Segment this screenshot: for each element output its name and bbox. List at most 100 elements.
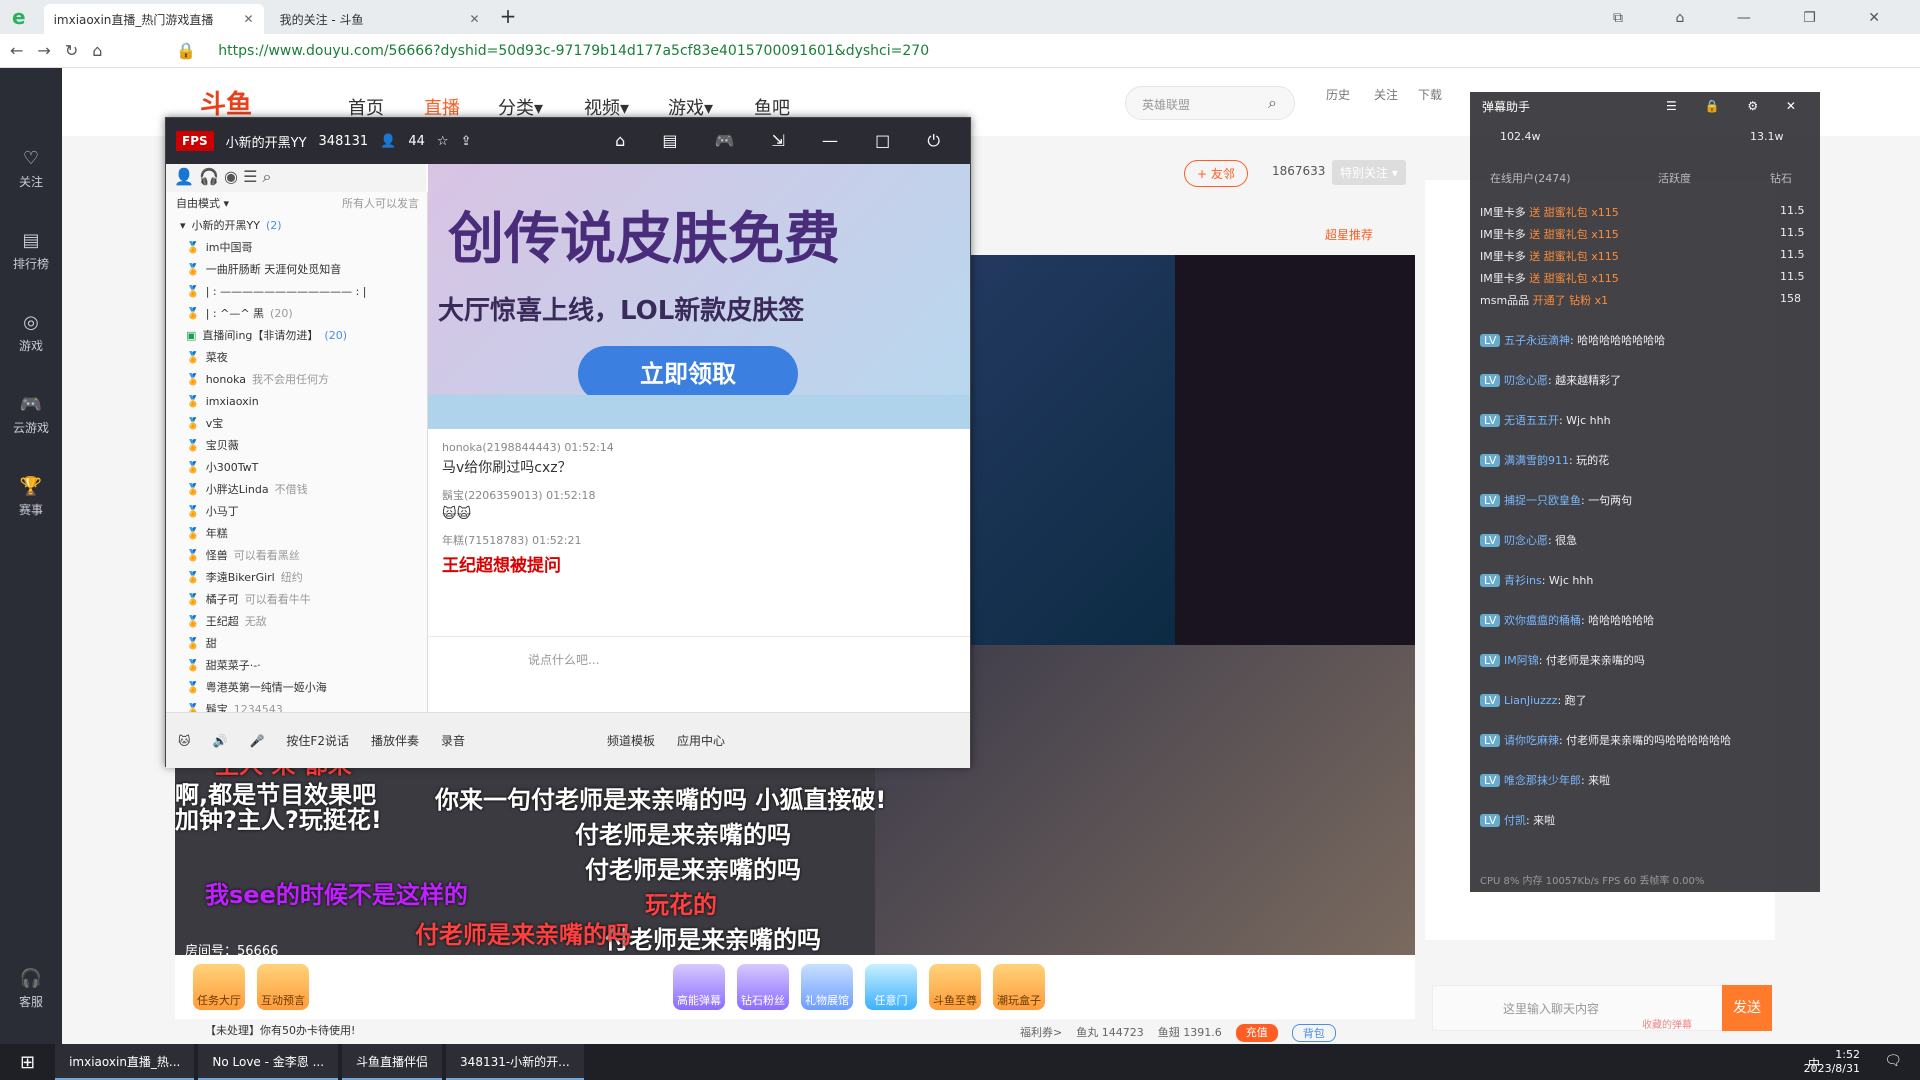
user-row[interactable]: 🏅 王纪超 无敌	[166, 610, 427, 632]
supreme-button[interactable]: 斗鱼至尊	[929, 964, 981, 1010]
list-icon[interactable]: ☰	[243, 167, 257, 186]
channel-root[interactable]: ▾ 小新的开黑YY (2)	[166, 214, 427, 236]
send-button[interactable]: 发送	[1722, 985, 1772, 1031]
rail-label: 客服	[18, 995, 43, 1009]
super-recommend-link[interactable]: 超星推荐	[1325, 226, 1373, 243]
rail-rank[interactable]: ▤ 排行榜	[0, 210, 62, 292]
user-row[interactable]: 🏅 菜夜	[166, 346, 427, 368]
speaker-icon[interactable]: 🔊	[213, 734, 228, 748]
channel-live[interactable]: ▣ 直播间ing【非请勿进】 (20)	[166, 324, 427, 346]
forward-icon[interactable]: →	[37, 41, 50, 60]
rail-game[interactable]: ◎ 游戏	[0, 292, 62, 374]
user-name: 宝贝薇	[205, 439, 239, 452]
panel-controls[interactable]: ☰ 🔒 ⚙ ✕	[1666, 99, 1808, 113]
user-row[interactable]: 🏅 imxiaoxin	[166, 390, 427, 412]
mode-select[interactable]: 自由模式 ▾	[176, 195, 229, 211]
user-row[interactable]: 🏅 | : ———————————— : |	[166, 280, 427, 302]
rail-service[interactable]: 🎧 客服	[0, 948, 62, 1030]
back-icon[interactable]: ←	[10, 41, 23, 60]
reload-icon[interactable]: ↻	[65, 41, 78, 60]
yy-chat-input[interactable]: 说点什么吧...	[428, 636, 970, 712]
user-row[interactable]: 🏅 粤港英第一纯情一姬小海	[166, 676, 427, 698]
ptt-label[interactable]: 按住F2说话	[286, 732, 349, 749]
user-row[interactable]: 🏅 honoka 我不会用任何方	[166, 368, 427, 390]
user-row[interactable]: 🏅 怪兽 可以看看黑丝	[166, 544, 427, 566]
recharge-button[interactable]: 充值	[1235, 1024, 1278, 1042]
avatar-icon[interactable]: 🐱	[178, 734, 191, 748]
friend-button[interactable]: + 友邻	[1184, 160, 1248, 187]
user-row[interactable]: 🏅 一曲肝肠断 天涯何处觅知音	[166, 258, 427, 280]
user-name: 菜夜	[205, 351, 228, 364]
user-row[interactable]: 🏅 | : ^—^ 黑 (20)	[166, 302, 427, 324]
user-row[interactable]: 🏅 甜菜菜子·-·	[166, 654, 427, 676]
toy-box-button[interactable]: 潮玩盒子	[993, 964, 1045, 1010]
user-row[interactable]: 🏅 甜	[166, 632, 427, 654]
browser-logo-icon[interactable]: e	[12, 5, 26, 29]
tab-follow[interactable]: 我的关注 - 斗鱼 ✕	[270, 4, 490, 34]
mic-icon[interactable]: 🎤	[249, 734, 264, 748]
taskbar-item[interactable]: 斗鱼直播伴侣	[342, 1044, 443, 1080]
site-logo[interactable]: 斗鱼	[200, 84, 252, 121]
notice-text[interactable]: 【未处理】你有50办卡待使用!	[205, 1022, 355, 1038]
window-controls[interactable]: ⧉ ⌂ — ❐ ✕	[1613, 10, 1904, 26]
tab-activity[interactable]: 活跃度	[1658, 170, 1691, 186]
tab-online[interactable]: 在线用户(2474)	[1490, 170, 1571, 186]
diamond-fans-button[interactable]: 钻石粉丝	[737, 964, 789, 1010]
search-icon[interactable]: ⌕	[1268, 93, 1277, 113]
tab-diamond[interactable]: 钻石	[1770, 170, 1792, 186]
room-chat-input[interactable]: 这里输入聊天内容	[1432, 985, 1742, 1031]
user-row[interactable]: 🏅 小马丁	[166, 500, 427, 522]
close-icon[interactable]: ✕	[244, 12, 254, 26]
bag-button[interactable]: 背包	[1291, 1024, 1336, 1042]
rail-follow[interactable]: ♡ 关注	[0, 128, 62, 210]
game-icon: ◎	[23, 312, 39, 333]
share-icon[interactable]: ⇪	[461, 134, 472, 149]
location-icon[interactable]: ◉	[224, 167, 238, 186]
user-icon[interactable]: 👤	[174, 167, 194, 186]
notification-icon[interactable]: 🗨	[1884, 1053, 1902, 1069]
tab-imxiaoxin[interactable]: imxiaoxin直播_热门游戏直播 ✕	[43, 4, 264, 34]
accompany-label[interactable]: 播放伴奏	[371, 732, 419, 749]
headset-icon[interactable]: 🎧	[199, 167, 219, 186]
claim-button[interactable]: 立即领取	[578, 346, 798, 402]
user-row[interactable]: 🏅 im中国哥	[166, 236, 427, 258]
star-icon[interactable]: ☆	[437, 134, 449, 149]
coupon-link[interactable]: 福利券>	[1020, 1024, 1062, 1042]
search-icon[interactable]: ⌕	[263, 167, 272, 186]
taskbar-item[interactable]: 348131-小新的开...	[446, 1044, 584, 1080]
history-button[interactable]: 历史	[1320, 86, 1356, 103]
taskbar-item[interactable]: No Love - 金李恩 ...	[198, 1044, 339, 1080]
rail-match[interactable]: 🏆 赛事	[0, 456, 62, 538]
user-row[interactable]: 🏅 橘子可 可以看看牛牛	[166, 588, 427, 610]
predict-button[interactable]: 互动预言	[257, 964, 309, 1010]
close-icon[interactable]: ✕	[470, 12, 480, 26]
user-row[interactable]: 🏅 v宝	[166, 412, 427, 434]
windows-start-icon[interactable]: ⊞	[20, 1052, 35, 1073]
new-tab-button[interactable]: +	[500, 4, 517, 28]
taskbar-item[interactable]: imxiaoxin直播_热...	[55, 1044, 195, 1080]
home-icon[interactable]: ⌂	[92, 41, 102, 60]
task-hall-button[interactable]: 任务大厅	[193, 964, 245, 1010]
user-row[interactable]: 🏅 小300TwT	[166, 456, 427, 478]
promo-banner[interactable]: 创传说皮肤免费 大厅惊喜上线，LOL新款皮肤签 立即领取	[428, 164, 970, 429]
gift-gallery-button[interactable]: 礼物展馆	[801, 964, 853, 1010]
user-row[interactable]: 🏅 年糕	[166, 522, 427, 544]
follow-header-button[interactable]: 关注	[1368, 86, 1404, 103]
special-follow-button[interactable]: 特别关注 ▾	[1332, 160, 1406, 185]
app-center-label[interactable]: 应用中心	[677, 732, 725, 749]
yy-window-controls[interactable]: ⌂ ▤ 🎮 ⇲ — □ ⏻	[615, 131, 956, 151]
any-door-button[interactable]: 任意门	[865, 964, 917, 1010]
download-button[interactable]: 下载	[1412, 86, 1448, 103]
high-energy-button[interactable]: 高能弹幕	[673, 964, 725, 1010]
like-stat: 13.1w	[1750, 130, 1784, 143]
user-row[interactable]: 🏅 李遠BikerGirl 纽约	[166, 566, 427, 588]
rail-label: 排行榜	[12, 257, 49, 271]
saved-danmu-label[interactable]: 收藏的弹幕	[1642, 1016, 1692, 1031]
clock[interactable]: 1:52 2023/8/31	[1804, 1048, 1860, 1076]
rail-cloudgame[interactable]: 🎮 云游戏	[0, 374, 62, 456]
url-text[interactable]: https://www.douyu.com/56666?dyshid=50d93…	[218, 43, 929, 59]
user-row[interactable]: 🏅 小胖达Linda 不借钱	[166, 478, 427, 500]
user-row[interactable]: 🏅 宝贝薇	[166, 434, 427, 456]
template-label[interactable]: 频道模板	[607, 732, 655, 749]
record-label[interactable]: 录音	[441, 732, 465, 749]
